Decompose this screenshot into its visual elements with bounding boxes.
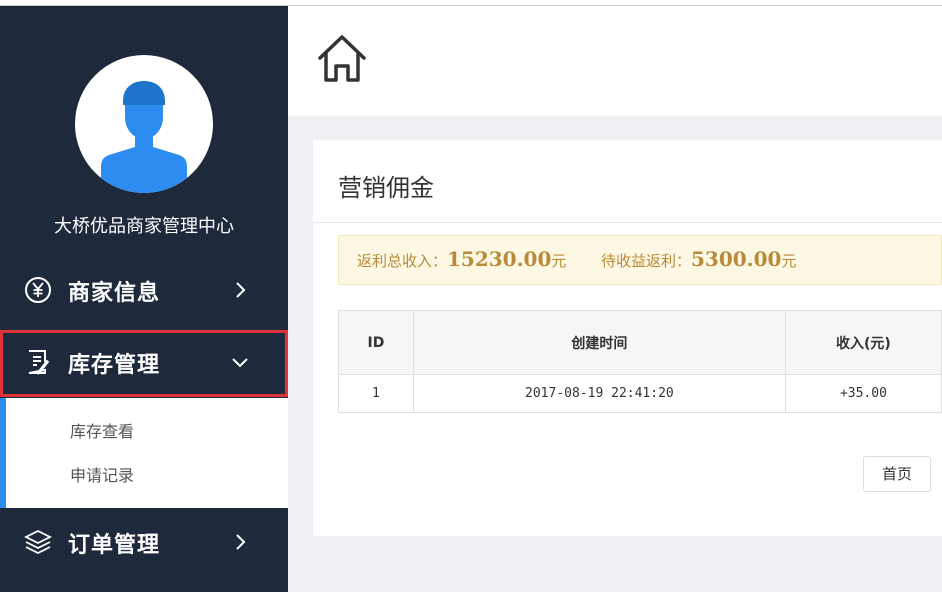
top-edge	[0, 0, 942, 6]
pending-rebate-value: 5300.00	[691, 247, 782, 271]
sidebar-item-label: 库存管理	[68, 353, 161, 378]
pending-rebate: 待收益返利：5300.00元	[601, 247, 797, 271]
submenu-item-stock-view[interactable]: 库存查看	[70, 418, 134, 442]
total-rebate-label: 返利总收入：	[357, 252, 448, 270]
chevron-down-icon	[232, 358, 248, 368]
stock-submenu: 库存查看 申请记录	[0, 398, 288, 508]
divider	[313, 222, 942, 223]
column-header-income: 收入(元)	[784, 310, 942, 375]
table-row: 1 2017-08-19 22:41:20 +35.00	[338, 374, 942, 413]
user-silhouette-icon	[101, 81, 187, 193]
sidebar-item-label: 订单管理	[68, 533, 161, 558]
chevron-right-icon	[236, 282, 246, 298]
pending-rebate-label: 待收益返利：	[601, 252, 692, 270]
total-rebate-unit: 元	[551, 252, 567, 270]
cell-id: 1	[338, 374, 414, 413]
home-icon[interactable]	[316, 32, 368, 84]
layers-icon	[24, 529, 52, 555]
document-edit-icon	[28, 350, 50, 375]
commission-card: 营销佣金 返利总收入：15230.00元 待收益返利：5300.00元 ID 创…	[313, 140, 942, 536]
table-header-row: ID 创建时间 收入(元)	[338, 310, 942, 375]
sidebar-item-stock-management[interactable]: 库存管理	[0, 330, 288, 397]
sidebar-item-order-management[interactable]: 订单管理	[0, 510, 288, 574]
commission-summary: 返利总收入：15230.00元 待收益返利：5300.00元	[338, 235, 942, 285]
submenu-item-apply-records[interactable]: 申请记录	[70, 462, 134, 486]
total-rebate: 返利总收入：15230.00元	[357, 247, 566, 271]
total-rebate-value: 15230.00	[447, 247, 552, 271]
yen-circle-icon	[25, 277, 51, 303]
column-header-id: ID	[338, 310, 414, 375]
page-title: 营销佣金	[338, 174, 434, 202]
commission-table: ID 创建时间 收入(元) 1 2017-08-19 22:41:20 +35.…	[338, 310, 942, 413]
first-page-button[interactable]: 首页	[863, 456, 931, 492]
active-indicator	[0, 398, 6, 508]
pending-rebate-unit: 元	[781, 252, 797, 270]
chevron-right-icon	[236, 534, 246, 550]
sidebar-item-label: 商家信息	[68, 281, 161, 306]
sidebar-item-merchant-info[interactable]: 商家信息	[0, 258, 288, 322]
shop-name: 大桥优品商家管理中心	[54, 216, 234, 237]
cell-created-time: 2017-08-19 22:41:20	[412, 374, 786, 413]
top-bar	[288, 6, 942, 116]
avatar[interactable]	[75, 55, 213, 193]
column-header-created-time: 创建时间	[412, 310, 786, 375]
cell-income: +35.00	[784, 374, 942, 413]
